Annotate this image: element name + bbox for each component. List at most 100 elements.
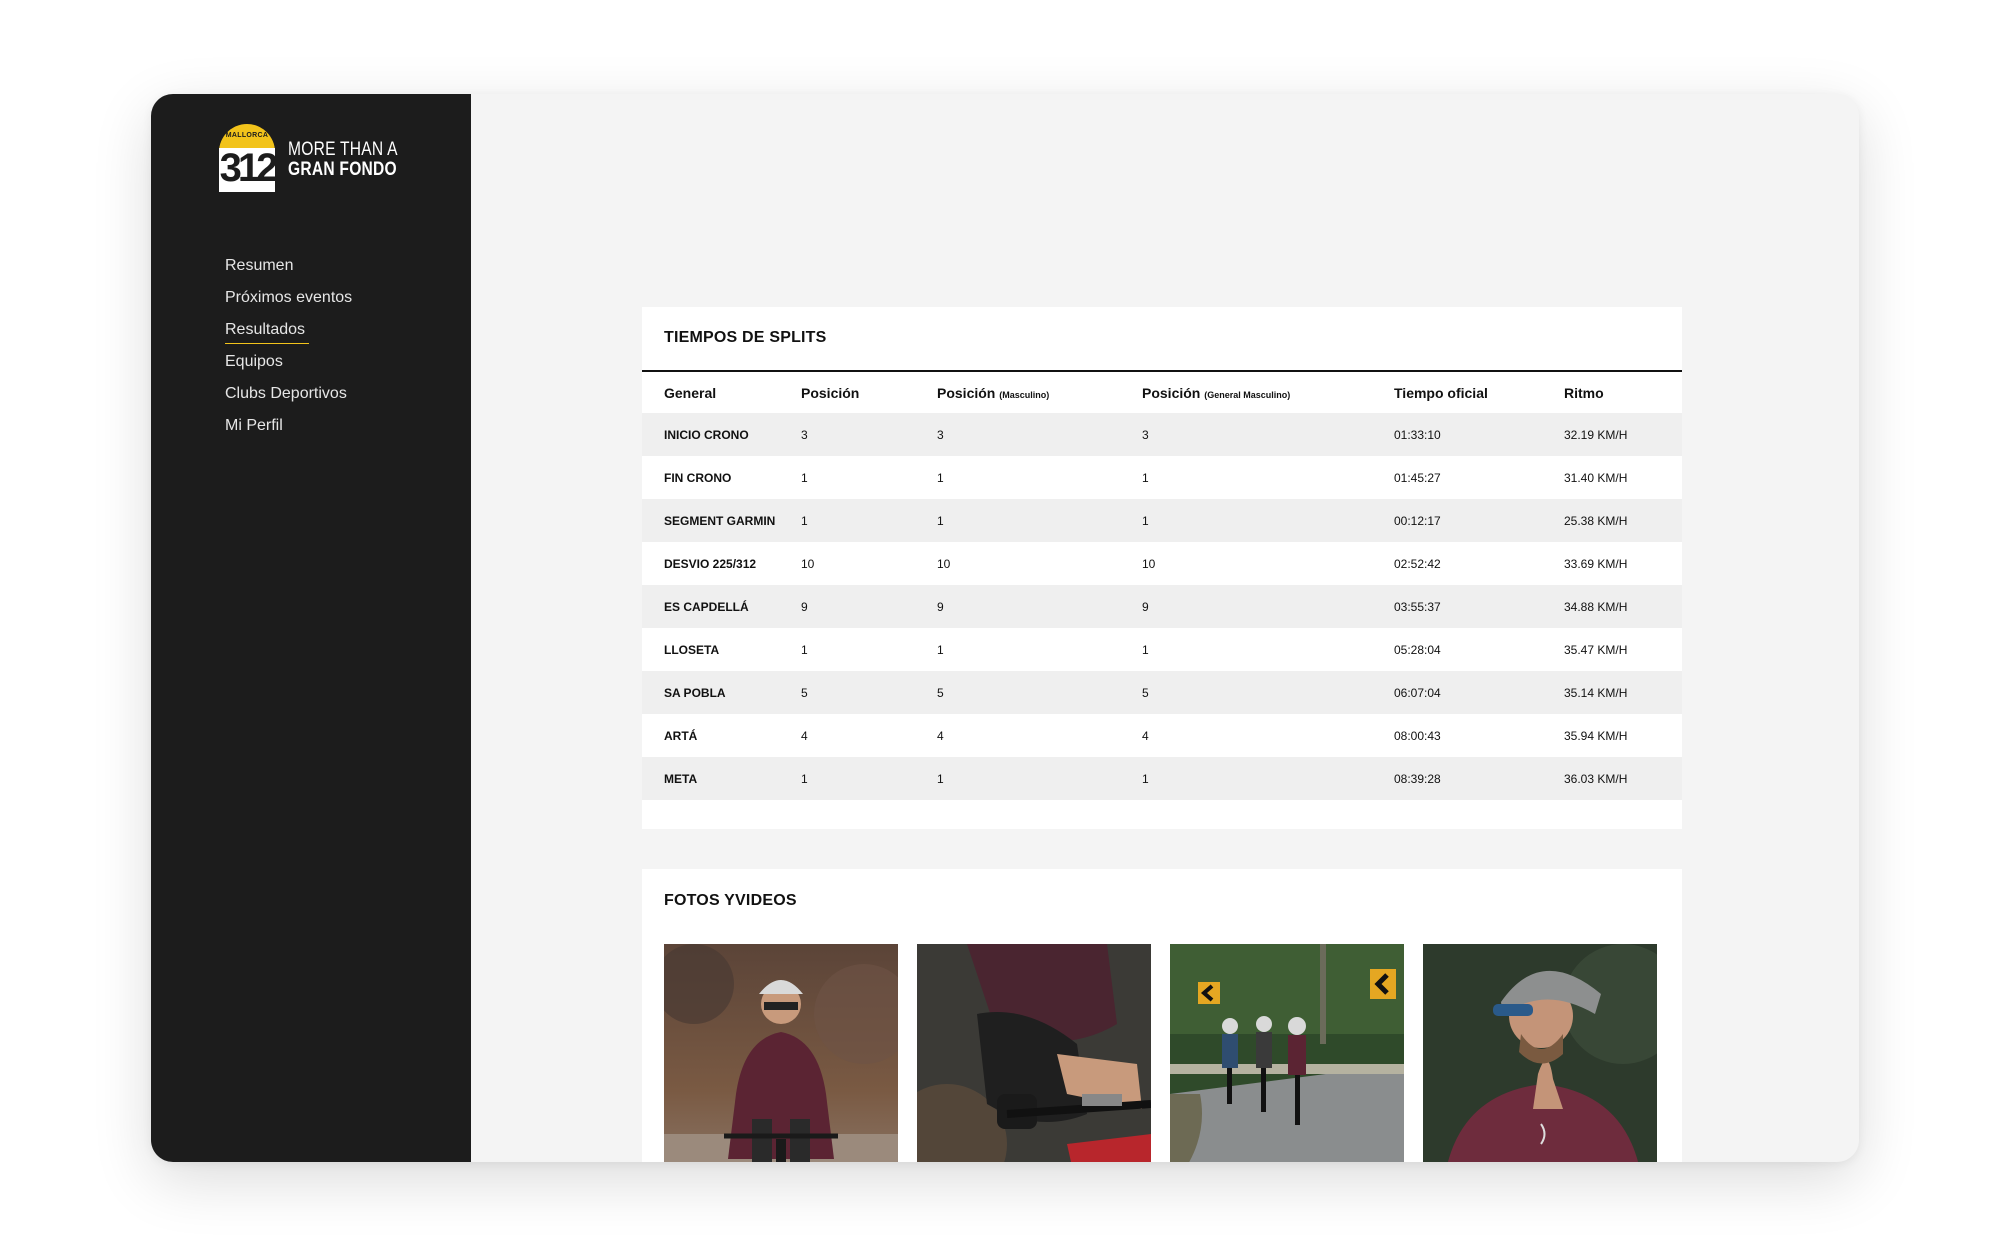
- split-position-masculino: 1: [937, 456, 1142, 499]
- split-pace: 35.47 KM/H: [1564, 628, 1682, 671]
- split-position: 1: [801, 499, 937, 542]
- split-time: 01:45:27: [1394, 456, 1564, 499]
- split-time: 06:07:04: [1394, 671, 1564, 714]
- cyclist-portrait-photo[interactable]: [1423, 944, 1657, 1162]
- split-name: FIN CRONO: [642, 456, 801, 499]
- splits-table: General Posición Posición (Masculino) Po…: [642, 370, 1682, 800]
- table-row: FIN CRONO 1 1 1 01:45:27 31.40 KM/H: [642, 456, 1682, 499]
- table-row: META 1 1 1 08:39:28 36.03 KM/H: [642, 757, 1682, 800]
- col-ritmo: Ritmo: [1564, 384, 1604, 401]
- split-time: 08:00:43: [1394, 714, 1564, 757]
- split-position-masculino: 5: [937, 671, 1142, 714]
- split-position-general-masculino: 1: [1142, 499, 1394, 542]
- split-position: 3: [801, 413, 937, 456]
- sidebar-item-label: Resumen: [225, 257, 294, 274]
- split-name: LLOSETA: [642, 628, 801, 671]
- split-position-masculino: 1: [937, 628, 1142, 671]
- split-time: 03:55:37: [1394, 585, 1564, 628]
- split-pace: 32.19 KM/H: [1564, 413, 1682, 456]
- splits-title: TIEMPOS DE SPLITS: [664, 329, 827, 346]
- split-time: 02:52:42: [1394, 542, 1564, 585]
- split-position-general-masculino: 10: [1142, 542, 1394, 585]
- table-row: ES CAPDELLÁ 9 9 9 03:55:37 34.88 KM/H: [642, 585, 1682, 628]
- photos-card: FOTOS YVIDEOS: [642, 869, 1682, 1162]
- split-position: 1: [801, 757, 937, 800]
- sidebar-item-resumen[interactable]: Resumen: [225, 250, 352, 282]
- brand-logo[interactable]: MALLORCA 312 MORE THAN A GRAN FONDO: [219, 124, 422, 192]
- sidebar-item-proximos-eventos[interactable]: Próximos eventos: [225, 282, 352, 314]
- sidebar-item-label: Equipos: [225, 353, 283, 370]
- split-pace: 31.40 KM/H: [1564, 456, 1682, 499]
- split-time: 00:12:17: [1394, 499, 1564, 542]
- split-pace: 35.14 KM/H: [1564, 671, 1682, 714]
- sidebar-item-label: Clubs Deportivos: [225, 385, 347, 402]
- split-position-general-masculino: 1: [1142, 456, 1394, 499]
- cyclists-group-road-icon: [1170, 944, 1404, 1162]
- sidebar-item-mi-perfil[interactable]: Mi Perfil: [225, 410, 352, 442]
- sidebar-item-clubs-deportivos[interactable]: Clubs Deportivos: [225, 378, 352, 410]
- split-pace: 33.69 KM/H: [1564, 542, 1682, 585]
- photo-grid: [664, 944, 1657, 1162]
- split-position-masculino: 1: [937, 499, 1142, 542]
- split-position: 9: [801, 585, 937, 628]
- split-position: 10: [801, 542, 937, 585]
- table-row: DESVIO 225/312 10 10 10 02:52:42 33.69 KM/H: [642, 542, 1682, 585]
- split-pace: 36.03 KM/H: [1564, 757, 1682, 800]
- photos-title: FOTOS YVIDEOS: [664, 892, 797, 909]
- cyclists-group-road-photo[interactable]: [1170, 944, 1404, 1162]
- split-time: 05:28:04: [1394, 628, 1564, 671]
- split-name: ARTÁ: [642, 714, 801, 757]
- sidebar-nav: Resumen Próximos eventos Resultados Equi…: [225, 250, 352, 442]
- split-name: DESVIO 225/312: [642, 542, 801, 585]
- logo-badge-number: 312: [219, 146, 279, 190]
- sidebar-item-label: Mi Perfil: [225, 417, 283, 434]
- table-row: INICIO CRONO 3 3 3 01:33:10 32.19 KM/H: [642, 413, 1682, 456]
- split-name: ES CAPDELLÁ: [642, 585, 801, 628]
- col-posicion: Posición: [801, 384, 860, 401]
- sidebar-item-label: Resultados: [225, 317, 310, 344]
- cyclist-closeup-photo[interactable]: [917, 944, 1151, 1162]
- cyclist-riding-icon: [664, 944, 898, 1162]
- cyclist-portrait-icon: [1423, 944, 1657, 1162]
- logo-line-2: GRAN FONDO: [288, 159, 397, 180]
- split-position-masculino: 3: [937, 413, 1142, 456]
- cyclist-riding-photo[interactable]: [664, 944, 898, 1162]
- split-name: META: [642, 757, 801, 800]
- sidebar-item-label: Próximos eventos: [225, 289, 353, 306]
- main-content: TIEMPOS DE SPLITS General Posición Posic…: [471, 94, 1859, 1162]
- split-position-general-masculino: 9: [1142, 585, 1394, 628]
- split-position-masculino: 10: [937, 542, 1142, 585]
- split-position-masculino: 4: [937, 714, 1142, 757]
- split-pace: 25.38 KM/H: [1564, 499, 1682, 542]
- sidebar-item-equipos[interactable]: Equipos: [225, 346, 352, 378]
- logo-wordmark: MORE THAN A GRAN FONDO: [288, 140, 398, 180]
- col-posicion-masculino: Posición (Masculino): [937, 384, 1050, 401]
- table-header-row: General Posición Posición (Masculino) Po…: [642, 371, 1682, 413]
- split-pace: 35.94 KM/H: [1564, 714, 1682, 757]
- split-position: 5: [801, 671, 937, 714]
- sidebar: MALLORCA 312 MORE THAN A GRAN FONDO Resu…: [151, 94, 471, 1162]
- table-row: SEGMENT GARMIN 1 1 1 00:12:17 25.38 KM/H: [642, 499, 1682, 542]
- col-general: General: [664, 384, 717, 401]
- table-row: ARTÁ 4 4 4 08:00:43 35.94 KM/H: [642, 714, 1682, 757]
- split-pace: 34.88 KM/H: [1564, 585, 1682, 628]
- app-window: MALLORCA 312 MORE THAN A GRAN FONDO Resu…: [151, 94, 1859, 1162]
- split-position-masculino: 1: [937, 757, 1142, 800]
- split-position: 1: [801, 628, 937, 671]
- table-row: LLOSETA 1 1 1 05:28:04 35.47 KM/H: [642, 628, 1682, 671]
- split-name: INICIO CRONO: [642, 413, 801, 456]
- split-time: 01:33:10: [1394, 413, 1564, 456]
- table-row: SA POBLA 5 5 5 06:07:04 35.14 KM/H: [642, 671, 1682, 714]
- sidebar-item-resultados[interactable]: Resultados: [225, 314, 352, 346]
- col-posicion-general-masculino: Posición (General Masculino): [1142, 384, 1291, 401]
- split-position-masculino: 9: [937, 585, 1142, 628]
- split-position-general-masculino: 3: [1142, 413, 1394, 456]
- splits-card: TIEMPOS DE SPLITS General Posición Posic…: [642, 307, 1682, 829]
- cyclist-closeup-icon: [917, 944, 1151, 1162]
- logo-badge-top: MALLORCA: [225, 132, 269, 139]
- logo-badge-icon: MALLORCA 312: [219, 124, 279, 192]
- col-tiempo-oficial: Tiempo oficial: [1394, 384, 1488, 401]
- split-position-general-masculino: 1: [1142, 628, 1394, 671]
- split-position-general-masculino: 1: [1142, 757, 1394, 800]
- split-position: 1: [801, 456, 937, 499]
